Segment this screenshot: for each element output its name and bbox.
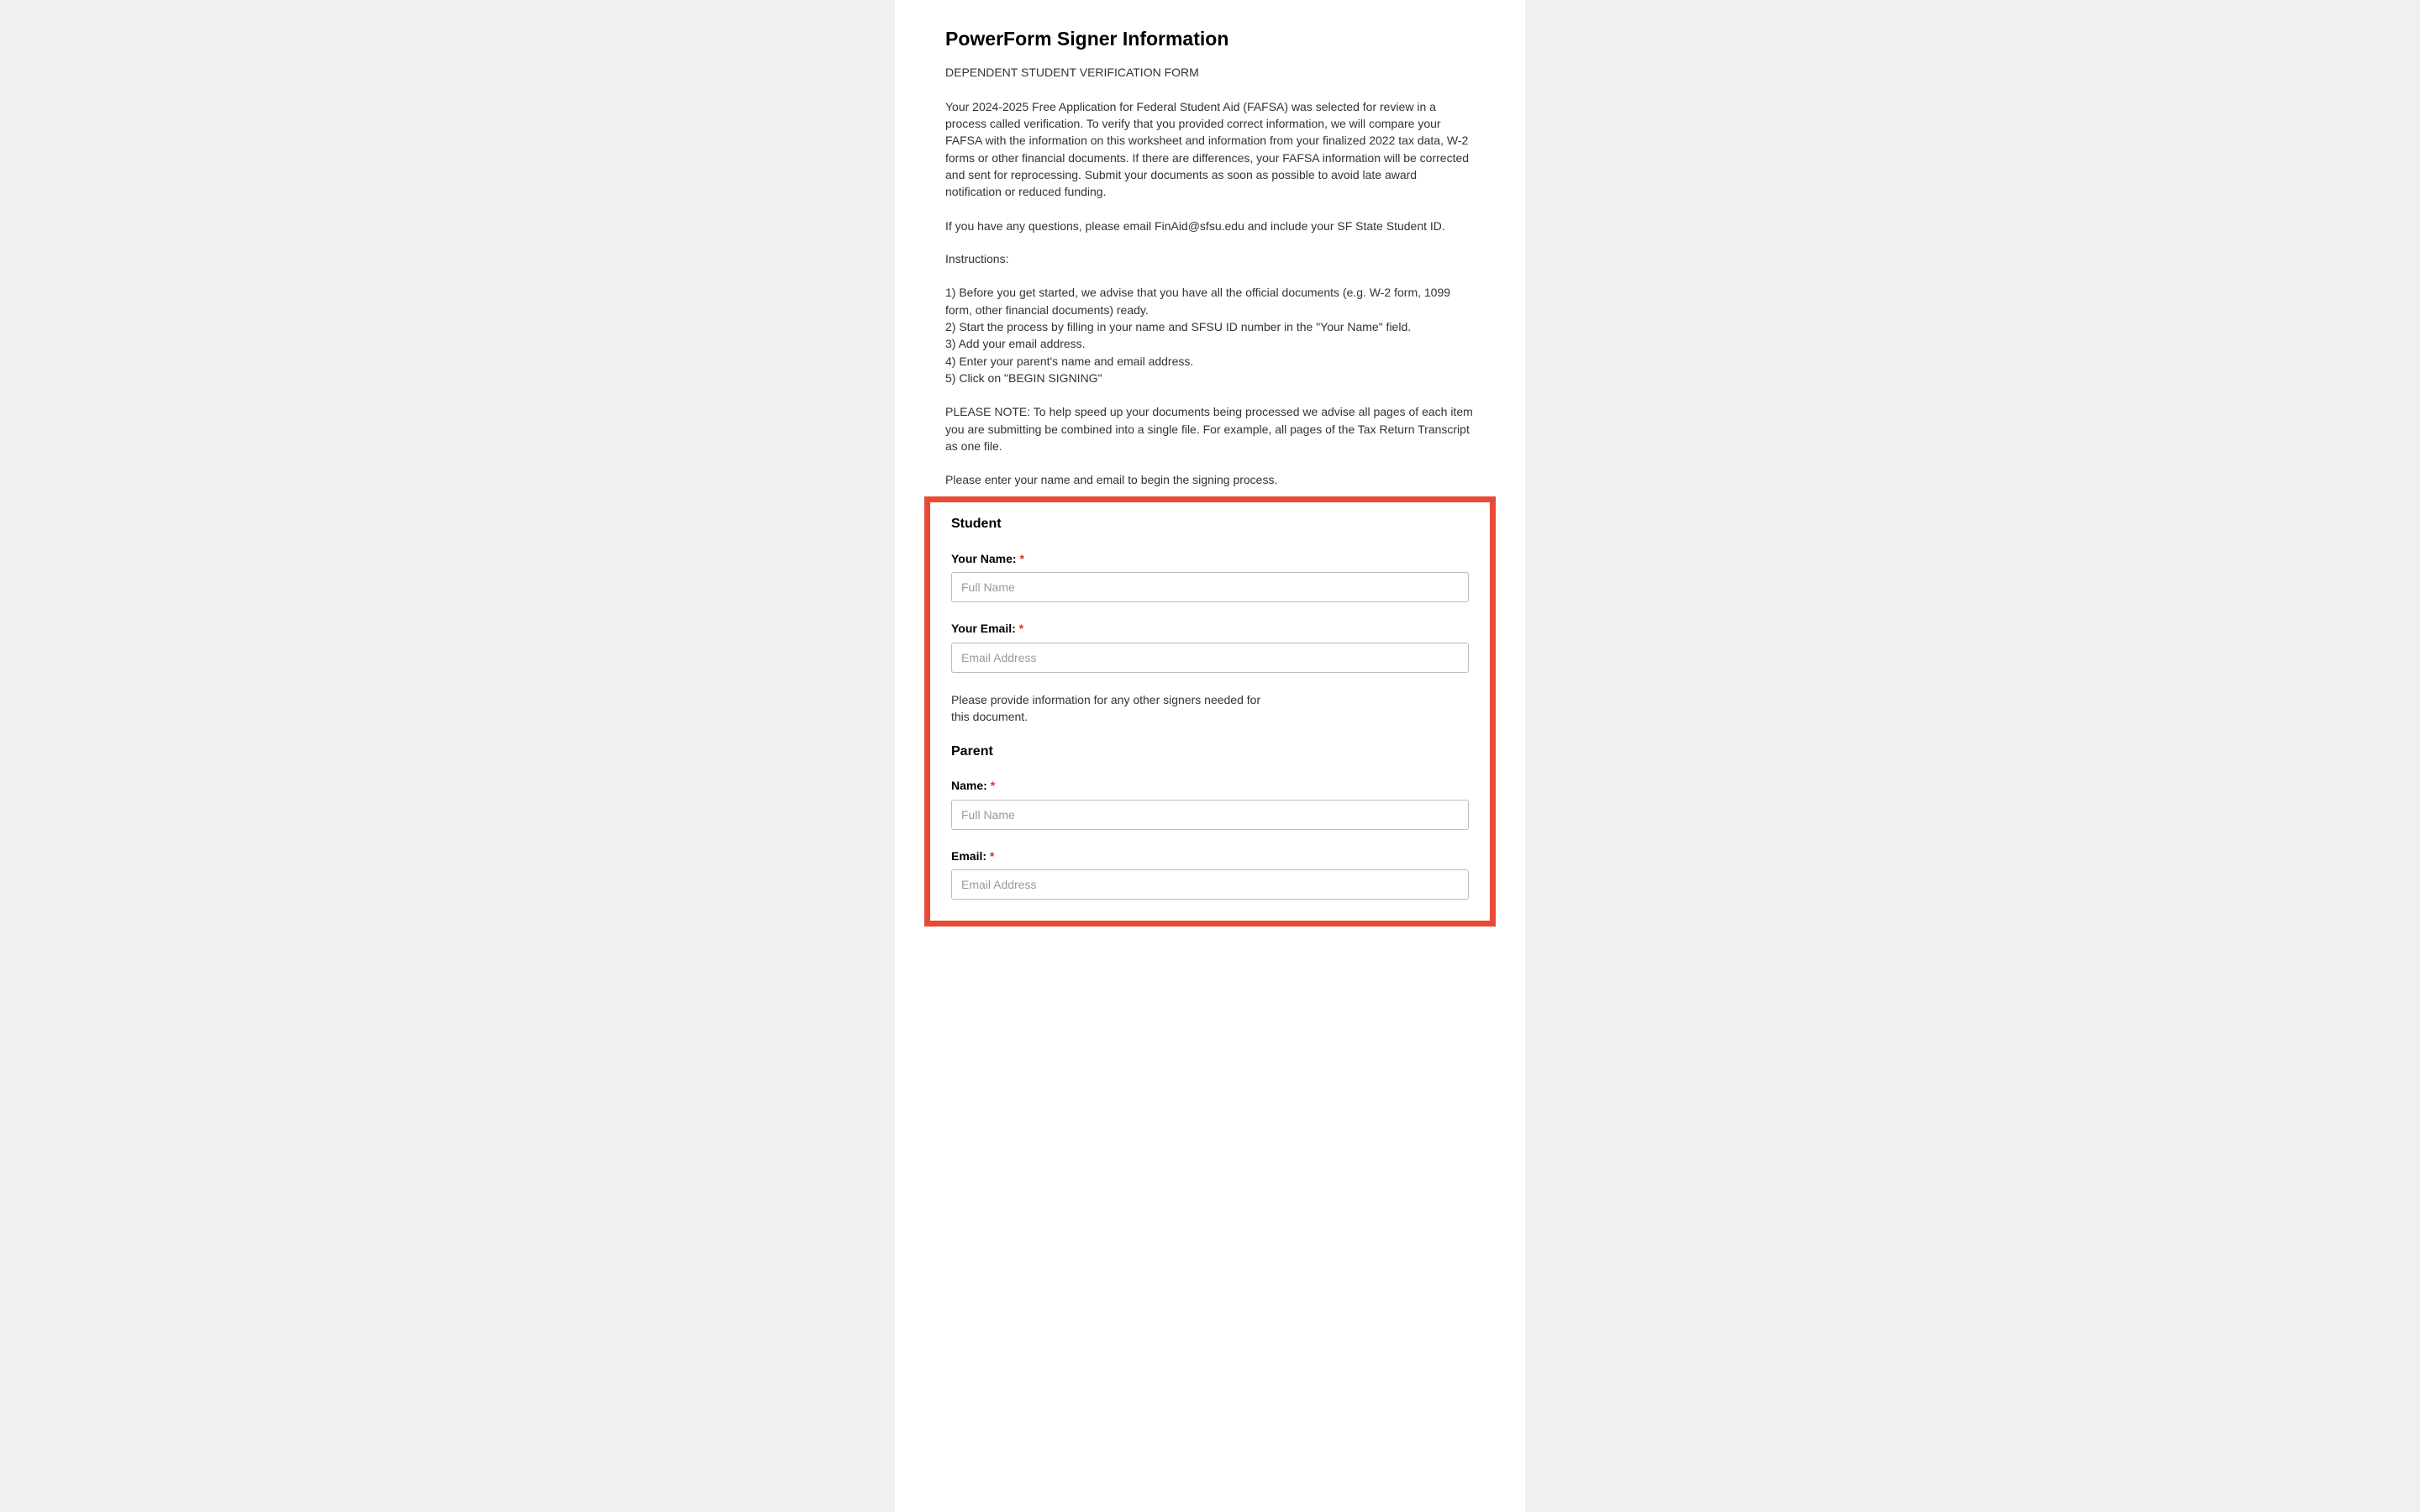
form-subtitle: DEPENDENT STUDENT VERIFICATION FORM bbox=[945, 65, 1475, 81]
student-email-label: Your Email: * bbox=[951, 621, 1469, 638]
instructions-header: Instructions: bbox=[945, 251, 1475, 268]
parent-email-label: Email: * bbox=[951, 848, 1469, 865]
note-paragraph: PLEASE NOTE: To help speed up your docum… bbox=[945, 403, 1475, 454]
student-name-label: Your Name: * bbox=[951, 551, 1469, 568]
parent-email-group: Email: * bbox=[951, 848, 1469, 900]
parent-email-input[interactable] bbox=[951, 869, 1469, 900]
prompt-paragraph: Please enter your name and email to begi… bbox=[945, 471, 1475, 488]
additional-signers-helper: Please provide information for any other… bbox=[951, 691, 1262, 726]
required-mark: * bbox=[990, 849, 994, 863]
parent-name-group: Name: * bbox=[951, 778, 1469, 830]
student-name-input[interactable] bbox=[951, 572, 1469, 602]
required-mark: * bbox=[1019, 622, 1023, 635]
parent-name-label: Name: * bbox=[951, 778, 1469, 795]
student-name-label-text: Your Name: bbox=[951, 552, 1019, 565]
student-email-group: Your Email: * bbox=[951, 621, 1469, 673]
page-title: PowerForm Signer Information bbox=[945, 25, 1475, 52]
required-mark: * bbox=[1019, 552, 1023, 565]
main-container: PowerForm Signer Information DEPENDENT S… bbox=[895, 0, 1525, 1512]
instruction-step-4: 4) Enter your parent's name and email ad… bbox=[945, 353, 1475, 370]
instructions-block: 1) Before you get started, we advise tha… bbox=[945, 284, 1475, 386]
intro-paragraph: Your 2024-2025 Free Application for Fede… bbox=[945, 98, 1475, 201]
form-highlight-box: Student Your Name: * Your Email: * Pleas… bbox=[924, 496, 1496, 927]
student-email-input[interactable] bbox=[951, 643, 1469, 673]
student-name-group: Your Name: * bbox=[951, 551, 1469, 603]
parent-email-label-text: Email: bbox=[951, 849, 990, 863]
required-mark: * bbox=[991, 779, 995, 792]
parent-name-input[interactable] bbox=[951, 800, 1469, 830]
contact-paragraph: If you have any questions, please email … bbox=[945, 218, 1475, 234]
instruction-step-5: 5) Click on "BEGIN SIGNING" bbox=[945, 370, 1475, 386]
student-email-label-text: Your Email: bbox=[951, 622, 1019, 635]
parent-name-label-text: Name: bbox=[951, 779, 991, 792]
instruction-step-3: 3) Add your email address. bbox=[945, 335, 1475, 352]
parent-section-header: Parent bbox=[951, 743, 1469, 761]
instruction-step-2: 2) Start the process by filling in your … bbox=[945, 318, 1475, 335]
instruction-step-1: 1) Before you get started, we advise tha… bbox=[945, 284, 1475, 318]
student-section-header: Student bbox=[951, 515, 1469, 533]
